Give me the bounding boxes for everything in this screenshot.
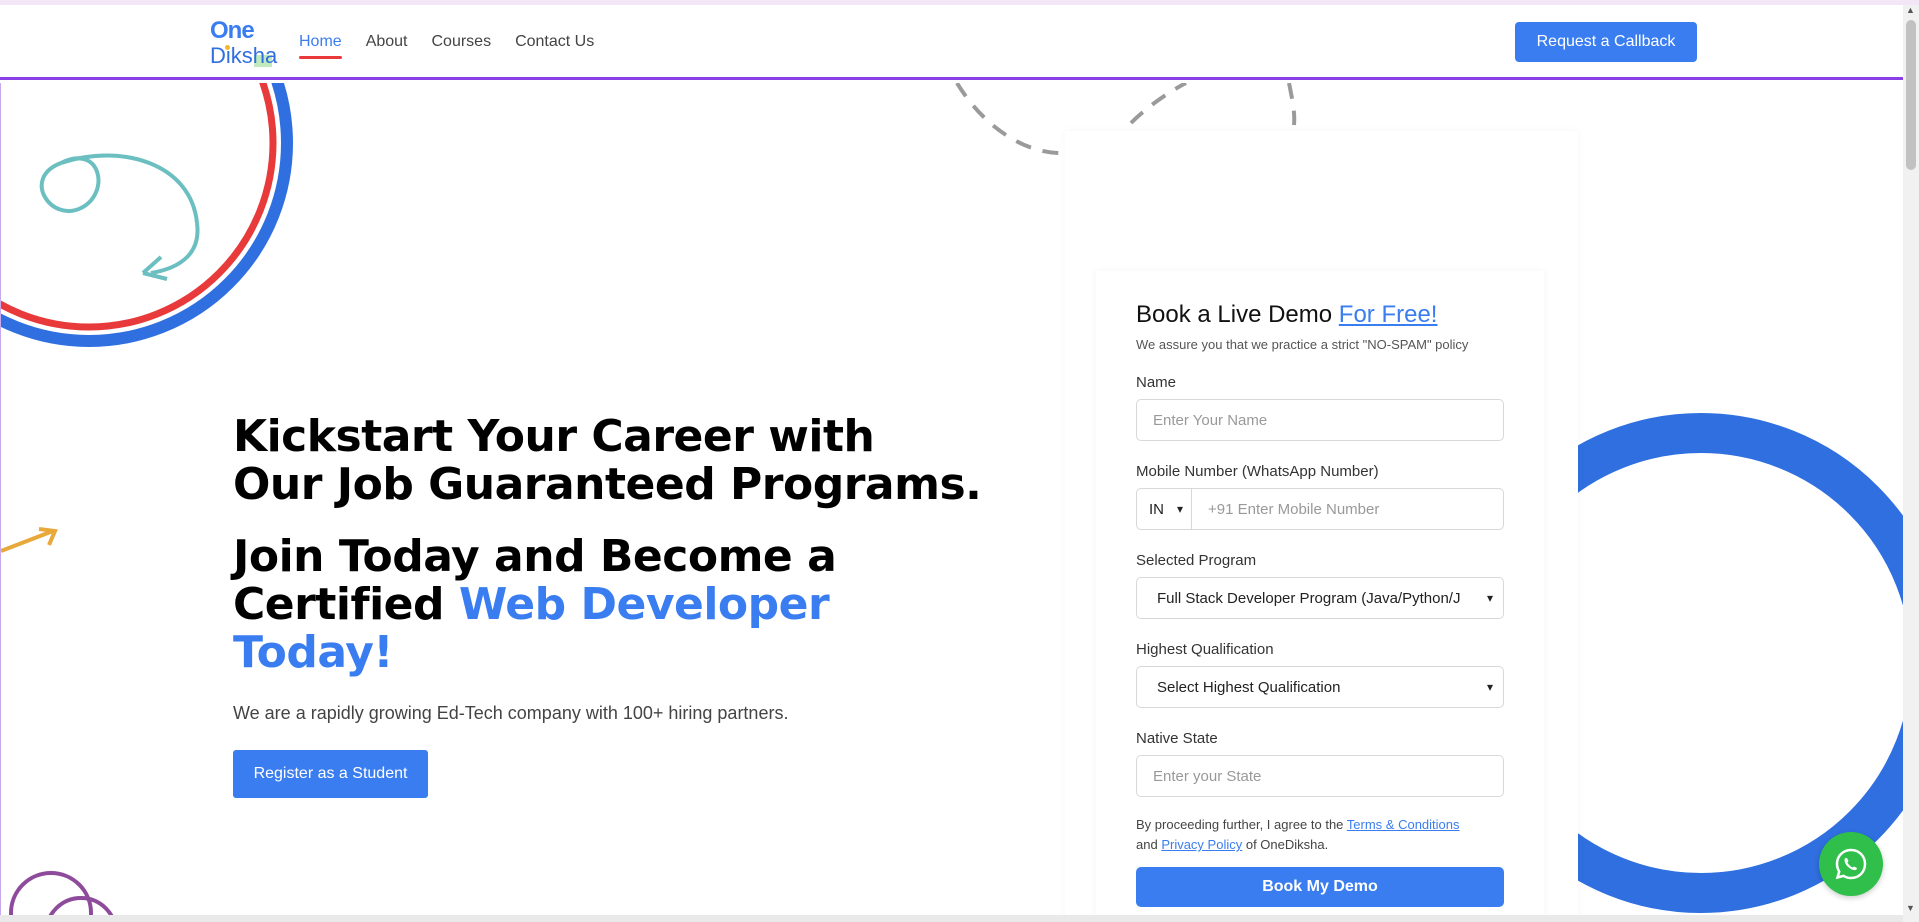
orange-arrow-decoration (1, 529, 54, 553)
terms-link[interactable]: Terms & Conditions (1347, 817, 1460, 832)
nav-contact-us[interactable]: Contact Us (515, 33, 594, 51)
country-code-select[interactable]: IN ▾ (1136, 488, 1192, 530)
chevron-down-icon: ▾ (1176, 502, 1183, 516)
terms-prefix: By proceeding further, I agree to the (1136, 817, 1347, 832)
demo-form: Book a Live Demo For Free! We assure you… (1136, 301, 1504, 907)
terms-suffix: of OneDiksha. (1242, 837, 1329, 852)
nav-home[interactable]: Home (299, 33, 342, 59)
purple-circle-decoration (9, 871, 93, 915)
logo-text-diksha: Diksha (210, 43, 278, 68)
qualification-select[interactable]: Select Highest Qualification ▾ (1136, 666, 1504, 708)
name-label: Name (1136, 374, 1177, 391)
qualification-label: Highest Qualification (1136, 641, 1274, 658)
chevron-down-icon: ▾ (1486, 591, 1493, 605)
join-today: Today! (233, 627, 393, 678)
country-code-value: IN (1149, 500, 1164, 518)
program-label: Selected Program (1136, 552, 1257, 569)
logo-dot (225, 45, 230, 50)
form-subtitle: We assure you that we practice a strict … (1136, 337, 1469, 352)
hero-section: Kickstart Your Career with Our Job Guara… (0, 83, 1903, 915)
whatsapp-icon (1835, 848, 1867, 880)
scrollbar-thumb[interactable] (1906, 20, 1916, 170)
scroll-down-icon[interactable]: ▼ (1906, 903, 1915, 913)
hero-description: We are a rapidly growing Ed-Tech company… (233, 703, 789, 723)
bottom-bar (0, 915, 1903, 922)
mobile-input-group: IN ▾ +91 Enter Mobile Number (1136, 488, 1504, 530)
page-scrollbar[interactable]: ▲ ▼ (1903, 5, 1919, 922)
form-title-text: Book a Live Demo (1136, 301, 1339, 328)
hero-heading: Kickstart Your Career with Our Job Guara… (233, 413, 993, 509)
mobile-label: Mobile Number (WhatsApp Number) (1136, 463, 1379, 480)
teal-squiggle-decoration (39, 153, 199, 224)
teal-arrow-head (141, 255, 168, 281)
scroll-up-icon[interactable]: ▲ (1906, 5, 1915, 15)
demo-form-card: Book a Live Demo For Free! We assure you… (1096, 271, 1544, 915)
book-demo-button[interactable]: Book My Demo (1136, 867, 1504, 907)
state-input[interactable]: Enter your State (1136, 755, 1504, 797)
nav-courses[interactable]: Courses (432, 33, 492, 51)
register-student-button[interactable]: Register as a Student (233, 750, 428, 798)
join-line1: Join Today and Become a (233, 531, 837, 582)
chevron-down-icon: ▾ (1486, 680, 1493, 694)
onediksha-logo[interactable]: One Diksha (208, 17, 284, 71)
purple-circle-decoration-2 (48, 896, 114, 915)
hero-heading-line1: Kickstart Your Career with (233, 411, 875, 462)
qualification-value: Select Highest Qualification (1157, 678, 1341, 696)
join-highlight: Web Developer (458, 579, 830, 630)
whatsapp-button[interactable] (1819, 832, 1883, 896)
page: One Diksha Home About Courses Contact Us… (0, 0, 1919, 922)
terms-text: By proceeding further, I agree to the Te… (1136, 815, 1504, 855)
hero-content: Kickstart Your Career with Our Job Guara… (233, 413, 993, 798)
join-certified: Certified (233, 579, 459, 630)
blue-ring-decoration (1, 83, 293, 347)
program-value: Full Stack Developer Program (Java/Pytho… (1157, 589, 1461, 607)
site-header: One Diksha Home About Courses Contact Us… (0, 5, 1903, 80)
state-label: Native State (1136, 730, 1218, 747)
demo-form-container: Book a Live Demo For Free! We assure you… (1065, 131, 1578, 915)
nav-about[interactable]: About (366, 33, 408, 51)
hero-heading-line2: Our Job Guaranteed Programs. (233, 459, 982, 510)
mobile-input[interactable]: +91 Enter Mobile Number (1192, 488, 1504, 530)
red-ring-decoration (1, 83, 277, 331)
privacy-link[interactable]: Privacy Policy (1161, 837, 1242, 852)
main-nav: Home About Courses Contact Us (299, 33, 594, 59)
hero-subheading: Join Today and Become a Certified Web De… (233, 533, 993, 677)
program-select[interactable]: Full Stack Developer Program (Java/Pytho… (1136, 577, 1504, 619)
form-title: Book a Live Demo For Free! (1136, 301, 1504, 329)
teal-arrow-tail (150, 222, 200, 275)
terms-and: and (1136, 837, 1162, 852)
logo-text-one: One (210, 17, 255, 44)
form-title-link[interactable]: For Free! (1339, 301, 1438, 328)
request-callback-button[interactable]: Request a Callback (1515, 22, 1697, 62)
name-input[interactable]: Enter Your Name (1136, 399, 1504, 441)
